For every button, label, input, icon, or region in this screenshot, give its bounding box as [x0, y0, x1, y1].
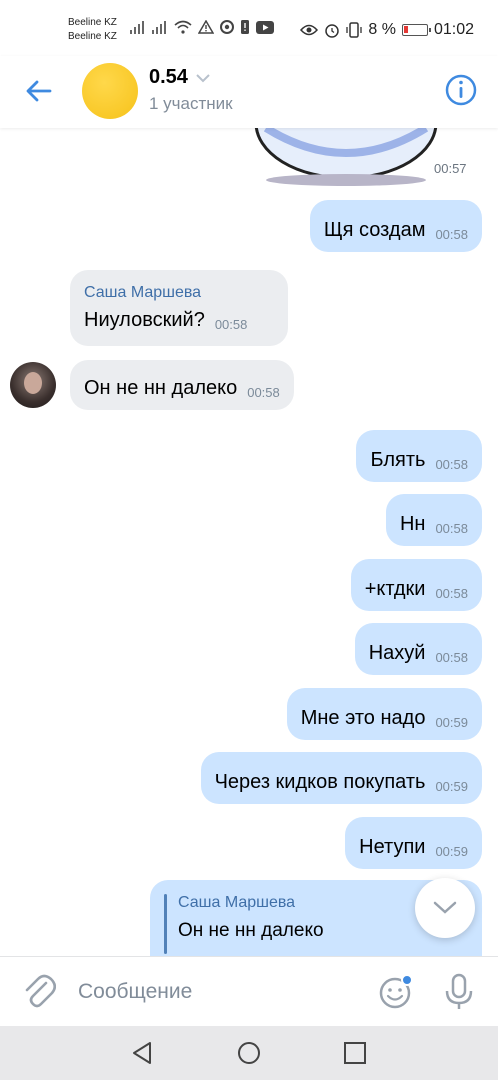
status-time: 01:02 [433, 21, 474, 38]
signal-icon [130, 21, 144, 34]
message-text: Блять [370, 449, 426, 471]
message-composer [0, 956, 498, 1026]
status-icons-right: 8 % 01:02 [300, 21, 474, 39]
message-time: 00:58 [435, 521, 468, 536]
message-text: Нахуй [368, 642, 426, 664]
chat-subtitle: 1 участник [149, 94, 233, 113]
message-outgoing[interactable]: Нн 00:58 [385, 494, 482, 546]
message-outgoing[interactable]: Блять 00:58 [356, 430, 482, 482]
warning-icon [198, 20, 214, 34]
message-time: 00:58 [214, 317, 248, 332]
message-outgoing[interactable]: Мне это надо 00:59 [286, 688, 482, 740]
nav-back-icon[interactable] [128, 1039, 156, 1067]
message-outgoing[interactable]: +ктдки 00:58 [350, 559, 482, 611]
chrome-icon [220, 20, 234, 34]
message-time: 00:59 [435, 715, 468, 730]
message-list[interactable]: 00:57 Щя создам 00:58 Саша Маршева Ниуло… [0, 128, 498, 956]
battery-icon [401, 24, 431, 36]
chat-avatar[interactable] [82, 63, 138, 119]
info-icon[interactable] [444, 73, 478, 107]
message-text: Нн [399, 513, 426, 535]
message-text: Нетупи [359, 836, 426, 858]
message-incoming[interactable]: Саша Маршева Ниуловский? 00:58 [70, 270, 288, 346]
scroll-down-button[interactable] [415, 878, 475, 938]
signal-2-icon [152, 21, 166, 34]
chat-title[interactable]: 0.54 [149, 66, 210, 89]
message-time: 00:58 [435, 457, 468, 472]
chevron-down-icon [196, 73, 210, 82]
message-text: Он не нн далеко [84, 377, 238, 399]
back-arrow-icon[interactable] [22, 74, 56, 108]
sticker-time: 00:57 [428, 158, 473, 179]
message-time: 00:58 [435, 650, 468, 665]
chevron-down-icon [433, 901, 457, 914]
message-outgoing[interactable]: Нетупи 00:59 [345, 817, 482, 869]
sender-avatar[interactable] [10, 362, 56, 408]
message-input[interactable] [78, 975, 358, 1009]
reply-text: Он не нн далеко [178, 920, 324, 941]
reply-sender[interactable]: Саша Маршева [178, 894, 295, 912]
message-time: 00:59 [435, 844, 468, 859]
nav-home-icon[interactable] [235, 1039, 263, 1067]
youtube-icon [256, 20, 274, 34]
microphone-icon[interactable] [442, 973, 476, 1011]
nav-recents-icon[interactable] [341, 1039, 369, 1067]
message-incoming[interactable]: Он не нн далеко 00:58 [70, 360, 294, 410]
alarm-icon [325, 24, 340, 38]
eye-icon [300, 24, 319, 36]
message-text: Мне это надо [300, 707, 426, 729]
message-sender[interactable]: Саша Маршева [84, 284, 274, 302]
message-outgoing[interactable]: Через кидков покупать 00:59 [200, 752, 482, 804]
message-text: Через кидков покупать [214, 771, 426, 793]
message-text: Щя создам [323, 219, 426, 241]
vibrate-icon [346, 22, 363, 38]
message-time: 00:58 [435, 227, 468, 242]
wifi-icon [174, 20, 192, 34]
carrier-2: Beeline KZ [68, 31, 117, 42]
paperclip-icon[interactable] [22, 973, 56, 1011]
carrier-1: Beeline KZ [68, 17, 117, 28]
status-bar: Beeline KZ Beeline KZ 8 % 01:02 [0, 0, 498, 56]
chat-header: 0.54 1 участник [0, 56, 498, 128]
sticker-image[interactable] [246, 128, 446, 188]
message-text: +ктдки [364, 578, 426, 600]
reply-quote-bar [164, 894, 167, 954]
carrier-info: Beeline KZ Beeline KZ [68, 16, 117, 44]
message-time: 00:59 [435, 779, 468, 794]
message-time: 00:58 [247, 385, 280, 400]
system-nav-bar [0, 1026, 498, 1080]
status-icons-left [130, 20, 274, 34]
battery-percent: 8 % [368, 21, 396, 38]
message-outgoing[interactable]: Нахуй 00:58 [354, 623, 482, 675]
message-time: 00:58 [435, 586, 468, 601]
chat-title-text: 0.54 [149, 66, 188, 88]
message-text: Ниуловский? [84, 309, 205, 331]
alert-icon [241, 20, 249, 34]
emoji-icon[interactable] [378, 974, 414, 1010]
message-outgoing[interactable]: Щя создам 00:58 [309, 200, 482, 252]
